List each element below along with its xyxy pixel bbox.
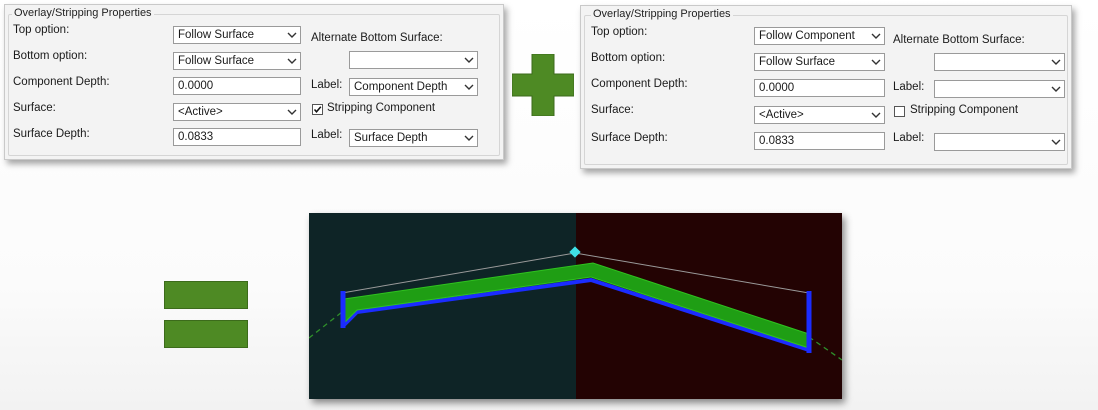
right-bottom-option-dropdown[interactable]: Follow Surface bbox=[754, 53, 885, 71]
chevron-down-icon bbox=[871, 59, 881, 65]
left-properties-panel: Overlay/Stripping Properties Top option:… bbox=[4, 4, 504, 160]
left-component-depth-input[interactable]: 0.0000 bbox=[173, 77, 301, 95]
right-component-depth-input[interactable]: 0.0000 bbox=[754, 79, 885, 97]
left-surface-label: Surface: bbox=[13, 102, 56, 114]
right-top-option-label: Top option: bbox=[591, 26, 648, 38]
left-surface-depth-input[interactable]: 0.0833 bbox=[173, 128, 301, 146]
right-top-option-value: Follow Component bbox=[759, 30, 855, 42]
right-surface-depth-label: Surface Depth: bbox=[591, 132, 668, 144]
chevron-down-icon bbox=[287, 109, 297, 115]
chevron-down-icon bbox=[1051, 59, 1061, 65]
right-label2-dropdown[interactable] bbox=[934, 133, 1065, 151]
left-label1-label: Label: bbox=[311, 79, 343, 91]
right-component-depth-label: Component Depth: bbox=[591, 78, 688, 90]
left-surface-depth-label: Surface Depth: bbox=[13, 128, 90, 140]
right-bottom-option-label: Bottom option: bbox=[591, 52, 666, 64]
left-alt-bottom-surface-dropdown[interactable] bbox=[349, 51, 478, 69]
right-stripping-component-label: Stripping Component bbox=[910, 104, 1019, 116]
chevron-down-icon bbox=[1051, 86, 1061, 92]
left-label1-value: Component Depth bbox=[354, 81, 448, 93]
right-label1-dropdown[interactable] bbox=[934, 80, 1065, 98]
chevron-down-icon bbox=[287, 58, 297, 64]
cross-section-viewport[interactable] bbox=[309, 213, 842, 399]
left-bottom-option-value: Follow Surface bbox=[178, 55, 255, 67]
right-label2-label: Label: bbox=[893, 132, 925, 144]
right-alt-bottom-surface-label: Alternate Bottom Surface: bbox=[893, 34, 1025, 46]
right-alt-bottom-surface-dropdown[interactable] bbox=[934, 53, 1065, 71]
left-alt-bottom-surface-label: Alternate Bottom Surface: bbox=[311, 32, 443, 44]
left-bottom-option-dropdown[interactable]: Follow Surface bbox=[173, 52, 301, 70]
right-top-option-dropdown[interactable]: Follow Component bbox=[754, 27, 885, 45]
right-bottom-option-value: Follow Surface bbox=[759, 56, 836, 68]
left-top-option-label: Top option: bbox=[13, 24, 70, 36]
right-group-title: Overlay/Stripping Properties bbox=[591, 8, 733, 20]
chevron-down-icon bbox=[871, 33, 881, 39]
chevron-down-icon bbox=[464, 57, 474, 63]
equals-bar-bottom bbox=[164, 320, 248, 348]
left-bottom-option-label: Bottom option: bbox=[13, 50, 88, 62]
right-surface-label: Surface: bbox=[591, 104, 634, 116]
chevron-down-icon bbox=[287, 32, 297, 38]
left-stripping-component-checkbox[interactable] bbox=[312, 104, 323, 115]
left-label2-value: Surface Depth bbox=[354, 132, 428, 144]
plus-sign-icon bbox=[512, 54, 574, 116]
left-group-title: Overlay/Stripping Properties bbox=[12, 7, 154, 19]
left-surface-value: <Active> bbox=[178, 106, 223, 118]
chevron-down-icon bbox=[871, 112, 881, 118]
chevron-down-icon bbox=[1051, 139, 1061, 145]
equals-bar-top bbox=[164, 281, 248, 309]
left-label2-label: Label: bbox=[311, 129, 343, 141]
chevron-down-icon bbox=[464, 84, 474, 90]
checkmark-icon bbox=[313, 106, 322, 113]
left-component-depth-label: Component Depth: bbox=[13, 76, 110, 88]
chevron-down-icon bbox=[464, 135, 474, 141]
right-surface-dropdown[interactable]: <Active> bbox=[754, 106, 885, 124]
cross-section-drawing bbox=[309, 213, 842, 399]
left-top-option-dropdown[interactable]: Follow Surface bbox=[173, 26, 301, 44]
left-stripping-component-label: Stripping Component bbox=[327, 102, 436, 114]
left-label2-dropdown[interactable]: Surface Depth bbox=[349, 129, 478, 147]
right-label1-label: Label: bbox=[893, 81, 925, 93]
right-surface-depth-input[interactable]: 0.0833 bbox=[754, 132, 885, 150]
left-top-option-value: Follow Surface bbox=[178, 29, 255, 41]
left-surface-dropdown[interactable]: <Active> bbox=[173, 103, 301, 121]
right-stripping-component-checkbox[interactable] bbox=[894, 106, 905, 117]
left-label1-dropdown[interactable]: Component Depth bbox=[349, 78, 478, 96]
right-properties-panel: Overlay/Stripping Properties Top option:… bbox=[580, 5, 1072, 169]
right-surface-value: <Active> bbox=[759, 109, 804, 121]
